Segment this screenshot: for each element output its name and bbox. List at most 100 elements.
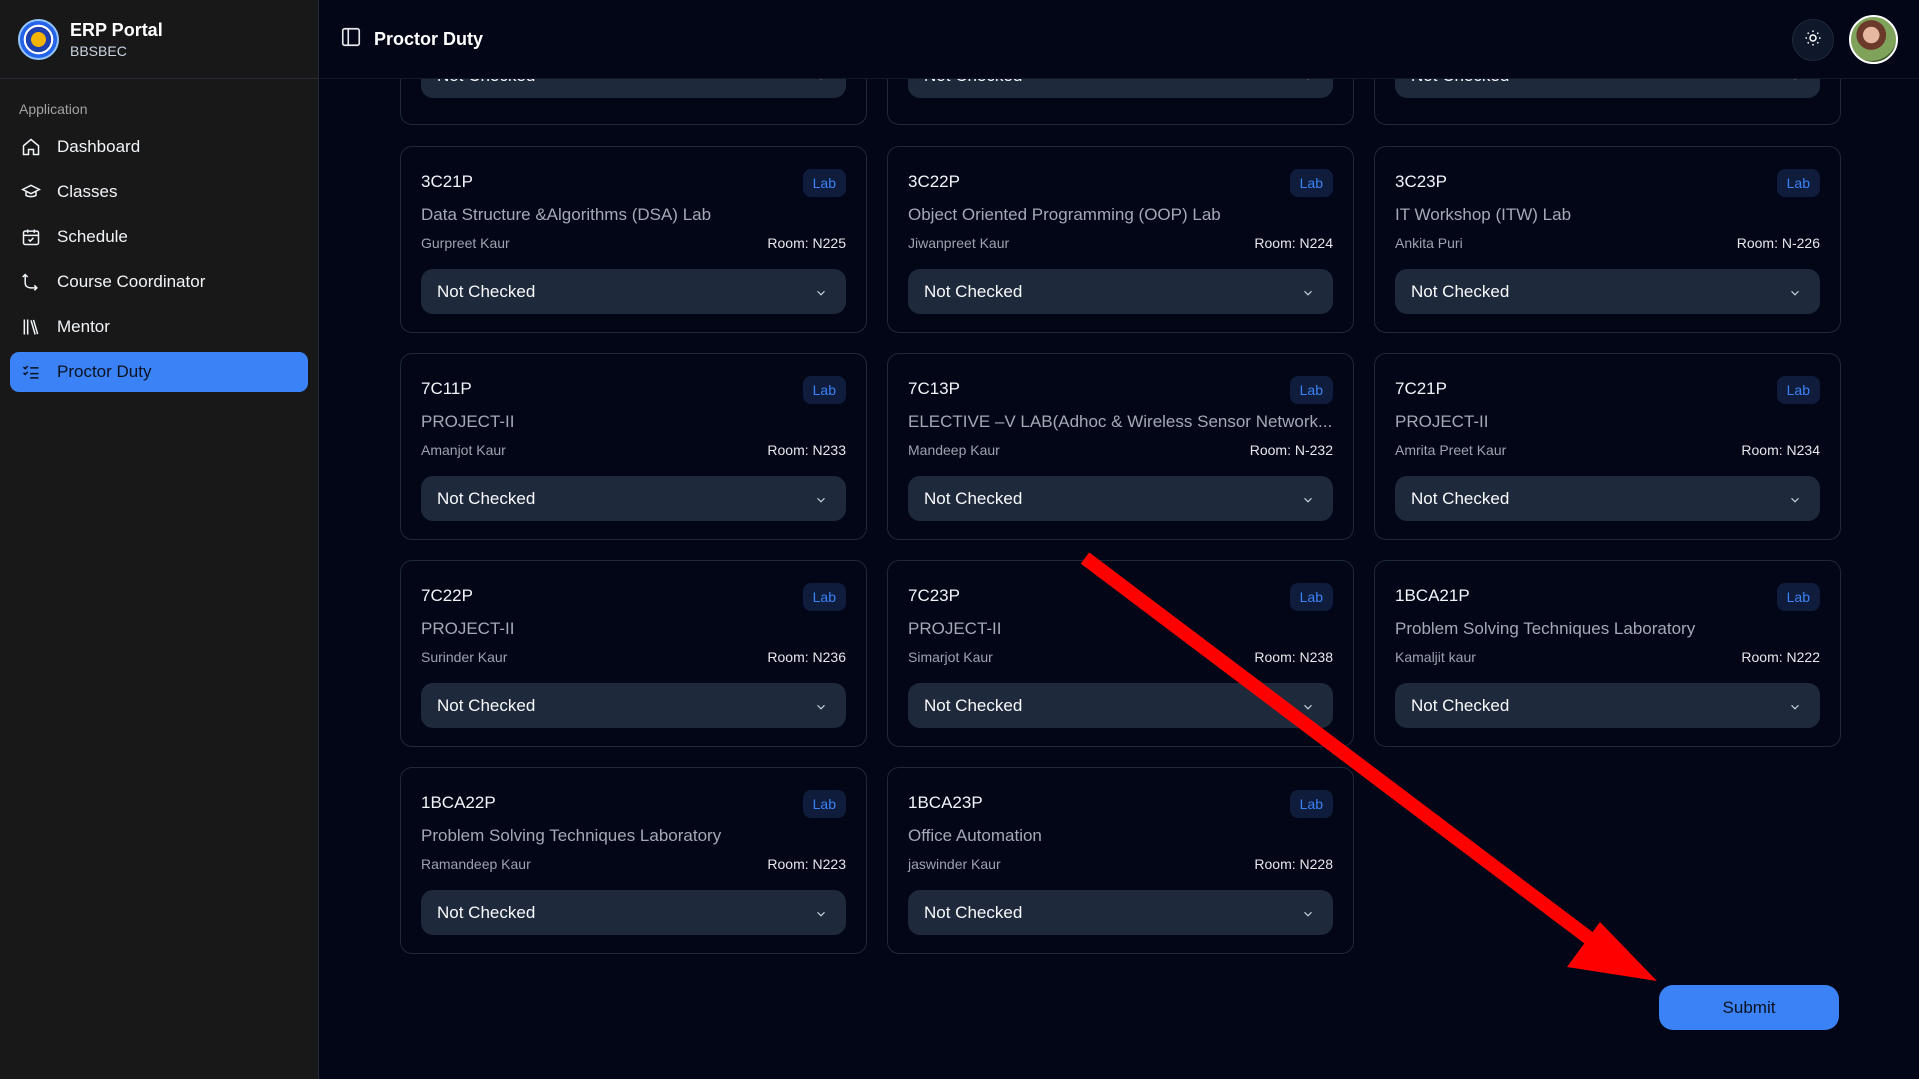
sidebar-item-classes[interactable]: Classes bbox=[10, 172, 308, 212]
subject-name: Data Structure &Algorithms (DSA) Lab bbox=[421, 205, 712, 224]
sidebar-item-label: Mentor bbox=[57, 317, 110, 336]
sidebar-item-label: Course Coordinator bbox=[57, 272, 206, 291]
status-value: Not Checked bbox=[1411, 695, 1510, 715]
faculty-name: Mandeep Kaur bbox=[908, 442, 1000, 458]
duty-card: 7C22P Lab PROJECT-II Surinder Kaur Room:… bbox=[400, 560, 867, 747]
chevron-down-icon bbox=[1301, 906, 1315, 926]
room-label: Room: N-226 bbox=[1736, 235, 1820, 251]
lab-badge: Lab bbox=[1289, 376, 1333, 404]
course-code: 1BCA22P bbox=[421, 793, 496, 812]
status-select[interactable]: Not Checked bbox=[908, 269, 1333, 314]
room-label: Room: N-232 bbox=[1249, 442, 1333, 458]
calendar-check-icon bbox=[21, 227, 57, 247]
sidebar-item-label: Dashboard bbox=[57, 137, 141, 156]
course-code: 1BCA23P bbox=[908, 793, 983, 812]
course-code: 3C21P bbox=[421, 172, 473, 191]
brand-subtitle: BBSBEC bbox=[70, 42, 127, 59]
faculty-name: Surinder Kaur bbox=[421, 649, 508, 665]
lab-badge: Lab bbox=[1776, 583, 1820, 611]
duty-card: 3C23P Lab IT Workshop (ITW) Lab Ankita P… bbox=[1374, 146, 1841, 333]
lab-badge: Lab bbox=[802, 790, 846, 818]
subject-name: PROJECT-II bbox=[1395, 412, 1489, 431]
subject-name: IT Workshop (ITW) Lab bbox=[1395, 205, 1572, 224]
status-select[interactable]: Not Checked bbox=[421, 890, 846, 935]
status-select[interactable]: Not Checked bbox=[1395, 476, 1820, 521]
subject-name: Problem Solving Techniques Laboratory bbox=[1395, 619, 1696, 638]
status-value: Not Checked bbox=[924, 695, 1023, 715]
status-value: Not Checked bbox=[1411, 281, 1510, 301]
status-value: Not Checked bbox=[924, 281, 1023, 301]
course-code: 7C23P bbox=[908, 586, 960, 605]
chevron-down-icon bbox=[1301, 285, 1315, 305]
duty-card: 7C13P Lab ELECTIVE –V LAB(Adhoc & Wirele… bbox=[887, 353, 1354, 540]
course-code: 3C22P bbox=[908, 172, 960, 191]
duty-card: 7C21P Lab PROJECT-II Amrita Preet Kaur R… bbox=[1374, 353, 1841, 540]
faculty-name: jaswinder Kaur bbox=[908, 856, 1001, 872]
duty-card: 1BCA21P Lab Problem Solving Techniques L… bbox=[1374, 560, 1841, 747]
course-code: 7C11P bbox=[421, 379, 472, 398]
chevron-down-icon bbox=[1301, 492, 1315, 512]
status-select[interactable]: Not Checked bbox=[1395, 269, 1820, 314]
home-icon bbox=[21, 137, 57, 157]
faculty-name: Jiwanpreet Kaur bbox=[908, 235, 1010, 251]
subject-name: Object Oriented Programming (OOP) Lab bbox=[908, 205, 1221, 224]
graduation-cap-icon bbox=[21, 182, 57, 202]
chevron-down-icon bbox=[1788, 492, 1802, 512]
status-select[interactable]: Not Checked bbox=[421, 683, 846, 728]
subject-name: Problem Solving Techniques Laboratory bbox=[421, 826, 722, 845]
status-select[interactable]: Not Checked bbox=[908, 890, 1333, 935]
theme-toggle-button[interactable] bbox=[1792, 19, 1834, 61]
avatar[interactable] bbox=[1849, 15, 1898, 64]
chevron-down-icon bbox=[1301, 699, 1315, 719]
status-value: Not Checked bbox=[1411, 488, 1510, 508]
list-checks-icon bbox=[21, 362, 57, 382]
lab-badge: Lab bbox=[1289, 583, 1333, 611]
room-label: Room: N234 bbox=[1741, 442, 1820, 458]
subject-name: Office Automation bbox=[908, 826, 1042, 845]
room-label: Room: N236 bbox=[767, 649, 846, 665]
sidebar-item-schedule[interactable]: Schedule bbox=[10, 217, 308, 257]
sidebar-item-label: Proctor Duty bbox=[57, 362, 152, 381]
sidebar-toggle-icon[interactable] bbox=[340, 26, 362, 53]
room-label: Room: N225 bbox=[767, 235, 846, 251]
top-header: Proctor Duty bbox=[320, 0, 1919, 79]
sidebar-item-dashboard[interactable]: Dashboard bbox=[10, 127, 308, 167]
sidebar-item-proctor-duty[interactable]: Proctor Duty bbox=[10, 352, 308, 392]
room-label: Room: N238 bbox=[1254, 649, 1333, 665]
lab-badge: Lab bbox=[802, 583, 846, 611]
status-value: Not Checked bbox=[437, 695, 536, 715]
status-select[interactable]: Not Checked bbox=[1395, 683, 1820, 728]
sidebar-item-mentor[interactable]: Mentor bbox=[10, 307, 308, 347]
faculty-name: Kamaljit kaur bbox=[1395, 649, 1476, 665]
chevron-down-icon bbox=[1788, 699, 1802, 719]
submit-button[interactable]: Submit bbox=[1659, 985, 1839, 1030]
status-value: Not Checked bbox=[437, 488, 536, 508]
lab-badge: Lab bbox=[1776, 376, 1820, 404]
lab-badge: Lab bbox=[802, 376, 846, 404]
duty-card: 1BCA23P Lab Office Automation jaswinder … bbox=[887, 767, 1354, 954]
sidebar: ERP Portal BBSBEC Application Dashboard … bbox=[0, 0, 319, 1079]
faculty-name: Simarjot Kaur bbox=[908, 649, 993, 665]
faculty-name: Gurpreet Kaur bbox=[421, 235, 510, 251]
duty-card: 3C22P Lab Object Oriented Programming (O… bbox=[887, 146, 1354, 333]
brand[interactable]: ERP Portal BBSBEC bbox=[0, 0, 318, 79]
status-select[interactable]: Not Checked bbox=[908, 476, 1333, 521]
subject-name: PROJECT-II bbox=[421, 619, 515, 638]
course-code: 7C22P bbox=[421, 586, 473, 605]
lab-badge: Lab bbox=[1289, 169, 1333, 197]
room-label: Room: N228 bbox=[1254, 856, 1333, 872]
sidebar-nav: Dashboard Classes Schedule Course Coordi… bbox=[0, 127, 318, 392]
sidebar-item-course-coordinator[interactable]: Course Coordinator bbox=[10, 262, 308, 302]
duty-card-partial: Not Checked bbox=[400, 53, 867, 125]
lab-badge: Lab bbox=[802, 169, 846, 197]
status-value: Not Checked bbox=[924, 902, 1023, 922]
duty-card-partial: Not Checked bbox=[1374, 53, 1841, 125]
duty-card-partial: Not Checked bbox=[887, 53, 1354, 125]
status-select[interactable]: Not Checked bbox=[421, 269, 846, 314]
college-logo-icon bbox=[18, 18, 59, 60]
duty-card: 1BCA22P Lab Problem Solving Techniques L… bbox=[400, 767, 867, 954]
status-select[interactable]: Not Checked bbox=[421, 476, 846, 521]
course-code: 7C21P bbox=[1395, 379, 1447, 398]
duty-card: 3C21P Lab Data Structure &Algorithms (DS… bbox=[400, 146, 867, 333]
status-select[interactable]: Not Checked bbox=[908, 683, 1333, 728]
